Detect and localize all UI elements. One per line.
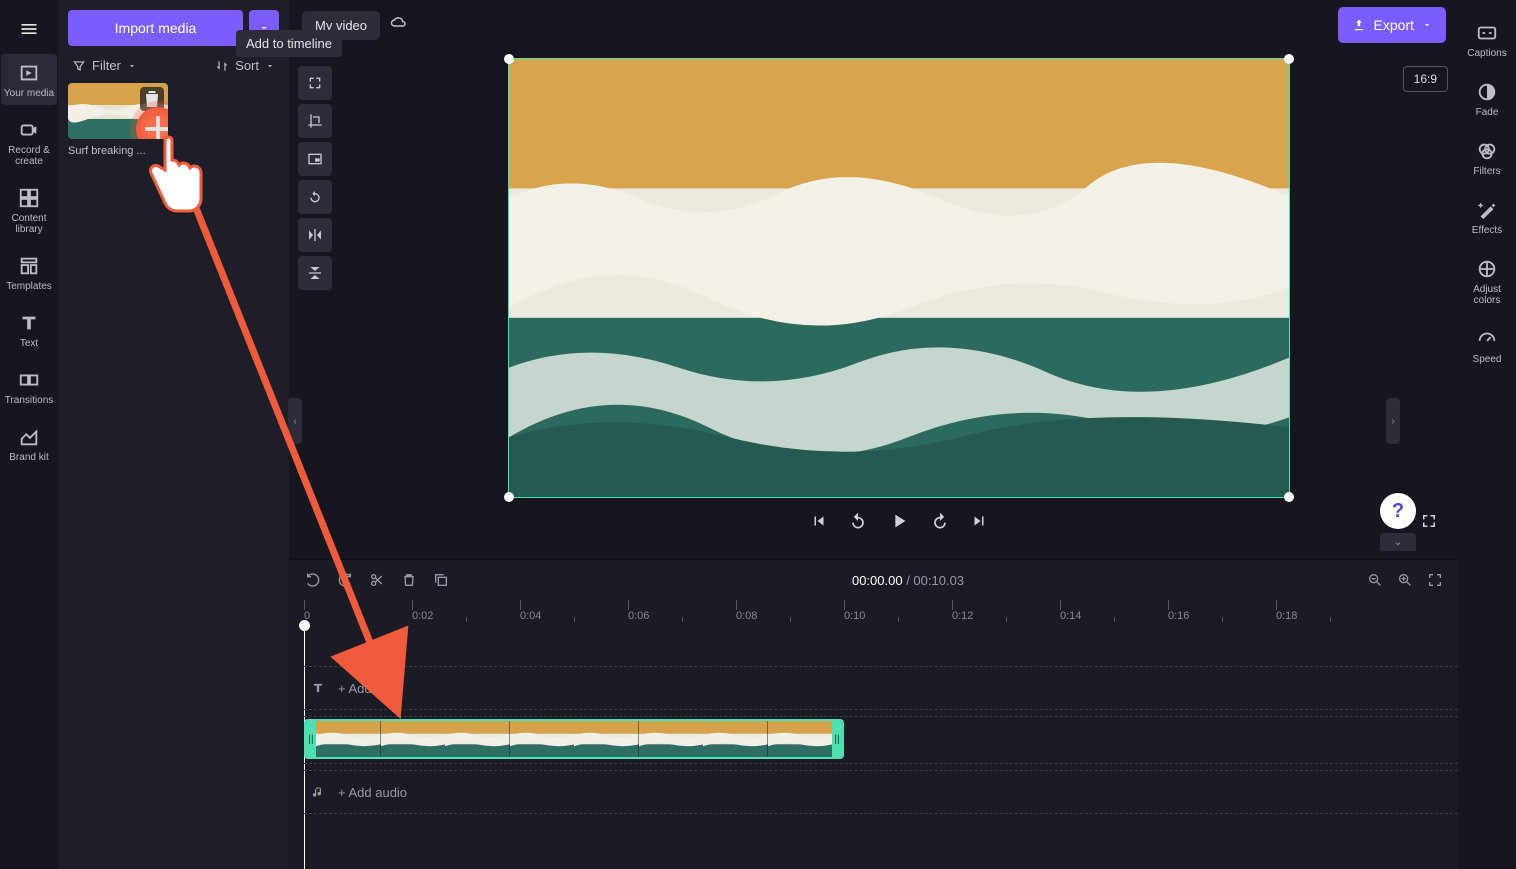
nav-adjust-colors[interactable]: Adjust colors [1459,250,1515,312]
fit-button[interactable] [298,66,332,100]
flip-vertical-button[interactable] [298,256,332,290]
nav-label: Captions [1467,48,1506,59]
timeline-tracks[interactable]: + Add text || || + Add audio [290,624,1458,869]
left-nav-rail: Your media Record & create Content libra… [0,0,58,869]
undo-button[interactable] [304,571,322,589]
clip-handle-right[interactable]: || [832,721,842,757]
nav-transitions[interactable]: Transitions [1,361,57,412]
resize-handle-top-left[interactable] [504,54,514,64]
nav-label: Filters [1473,166,1500,177]
nav-templates[interactable]: Templates [1,247,57,298]
export-label: Export [1374,17,1414,33]
nav-your-media[interactable]: Your media [1,54,57,105]
nav-brand-kit[interactable]: Brand kit [1,418,57,469]
nav-label: Text [20,338,38,349]
sort-button[interactable]: Sort [215,58,275,73]
clip-handle-left[interactable]: || [306,721,316,757]
skip-start-button[interactable] [810,512,828,530]
forward-button[interactable] [930,511,950,531]
video-track[interactable]: || || [304,716,1458,764]
nav-effects[interactable]: Effects [1459,191,1515,242]
hamburger-menu-button[interactable] [10,10,48,48]
current-time: 00:00.00 [852,573,903,588]
playback-controls [340,510,1458,532]
cloud-sync-icon[interactable] [390,14,408,37]
filter-button[interactable]: Filter [72,58,137,73]
import-media-button[interactable]: Import media [68,10,243,46]
nav-fade[interactable]: Fade [1459,73,1515,124]
rotate-button[interactable] [298,180,332,214]
resize-handle-bottom-right[interactable] [1284,492,1294,502]
preview-frame-art [509,59,1289,497]
nav-label: Record & create [3,145,55,167]
right-nav-rail: Captions Fade Filters Effects Adjust col… [1458,0,1516,869]
add-to-timeline-tooltip: Add to timeline [236,30,342,57]
audio-track[interactable]: + Add audio [304,770,1458,814]
top-bar: My video Export [290,0,1458,50]
nav-label: Content library [3,213,55,235]
nav-speed[interactable]: Speed [1459,320,1515,371]
audio-track-icon [304,785,332,799]
fullscreen-button[interactable] [1420,512,1438,530]
crop-button[interactable] [298,104,332,138]
collapse-left-panel-button[interactable]: ‹ [288,398,302,444]
preview-stage[interactable] [508,58,1290,498]
play-button[interactable] [888,510,910,532]
flip-horizontal-button[interactable] [298,218,332,252]
add-text-hint[interactable]: + Add text [338,681,396,696]
collapse-right-panel-button[interactable]: › [1386,398,1400,444]
nav-label: Effects [1472,225,1502,236]
rewind-button[interactable] [848,511,868,531]
chevron-down-icon [265,61,275,71]
nav-label: Transitions [5,395,54,406]
collapse-timeline-button[interactable]: ⌄ [1380,533,1416,551]
nav-label: Templates [6,281,52,292]
sort-icon [215,59,229,73]
split-button[interactable] [368,571,386,589]
chevron-down-icon [127,61,137,71]
skip-end-button[interactable] [970,512,988,530]
tutorial-pointer-icon [135,130,215,230]
time-display: 00:00.00 / 00:10.03 [464,573,1352,588]
timeline-ruler[interactable]: 00:020:040:060:080:100:120:140:160:18 [290,600,1458,624]
filter-label: Filter [92,58,121,73]
aspect-ratio-selector[interactable]: 16:9 [1403,66,1448,92]
nav-label: Adjust colors [1461,284,1513,306]
add-audio-hint[interactable]: + Add audio [338,785,407,800]
duplicate-button[interactable] [432,571,450,589]
text-track-icon [304,681,332,695]
video-clip[interactable]: || || [304,719,844,759]
redo-button[interactable] [336,571,354,589]
chevron-down-icon [1422,20,1432,30]
nav-label: Brand kit [9,452,48,463]
nav-content-library[interactable]: Content library [1,179,57,241]
filter-icon [72,59,86,73]
upload-icon [1352,18,1366,32]
nav-label: Your media [4,88,54,99]
nav-filters[interactable]: Filters [1459,132,1515,183]
text-track[interactable]: + Add text [304,666,1458,710]
nav-label: Speed [1473,354,1502,365]
center-area: My video Export 16:9 [290,0,1458,869]
nav-captions[interactable]: Captions [1459,14,1515,65]
pip-button[interactable] [298,142,332,176]
nav-text[interactable]: Text [1,304,57,355]
sort-label: Sort [235,58,259,73]
resize-handle-bottom-left[interactable] [504,492,514,502]
timeline-panel: 00:00.00 / 00:10.03 00:020:040:060:080:1… [290,559,1458,869]
delete-button[interactable] [400,571,418,589]
nav-label: Fade [1476,107,1499,118]
stage-tool-column [290,50,340,559]
zoom-out-button[interactable] [1366,571,1384,589]
help-button[interactable]: ? [1380,493,1416,529]
resize-handle-top-right[interactable] [1284,54,1294,64]
total-time: 00:10.03 [913,573,964,588]
nav-record-create[interactable]: Record & create [1,111,57,173]
zoom-fit-button[interactable] [1426,571,1444,589]
zoom-in-button[interactable] [1396,571,1414,589]
export-button[interactable]: Export [1338,7,1446,43]
